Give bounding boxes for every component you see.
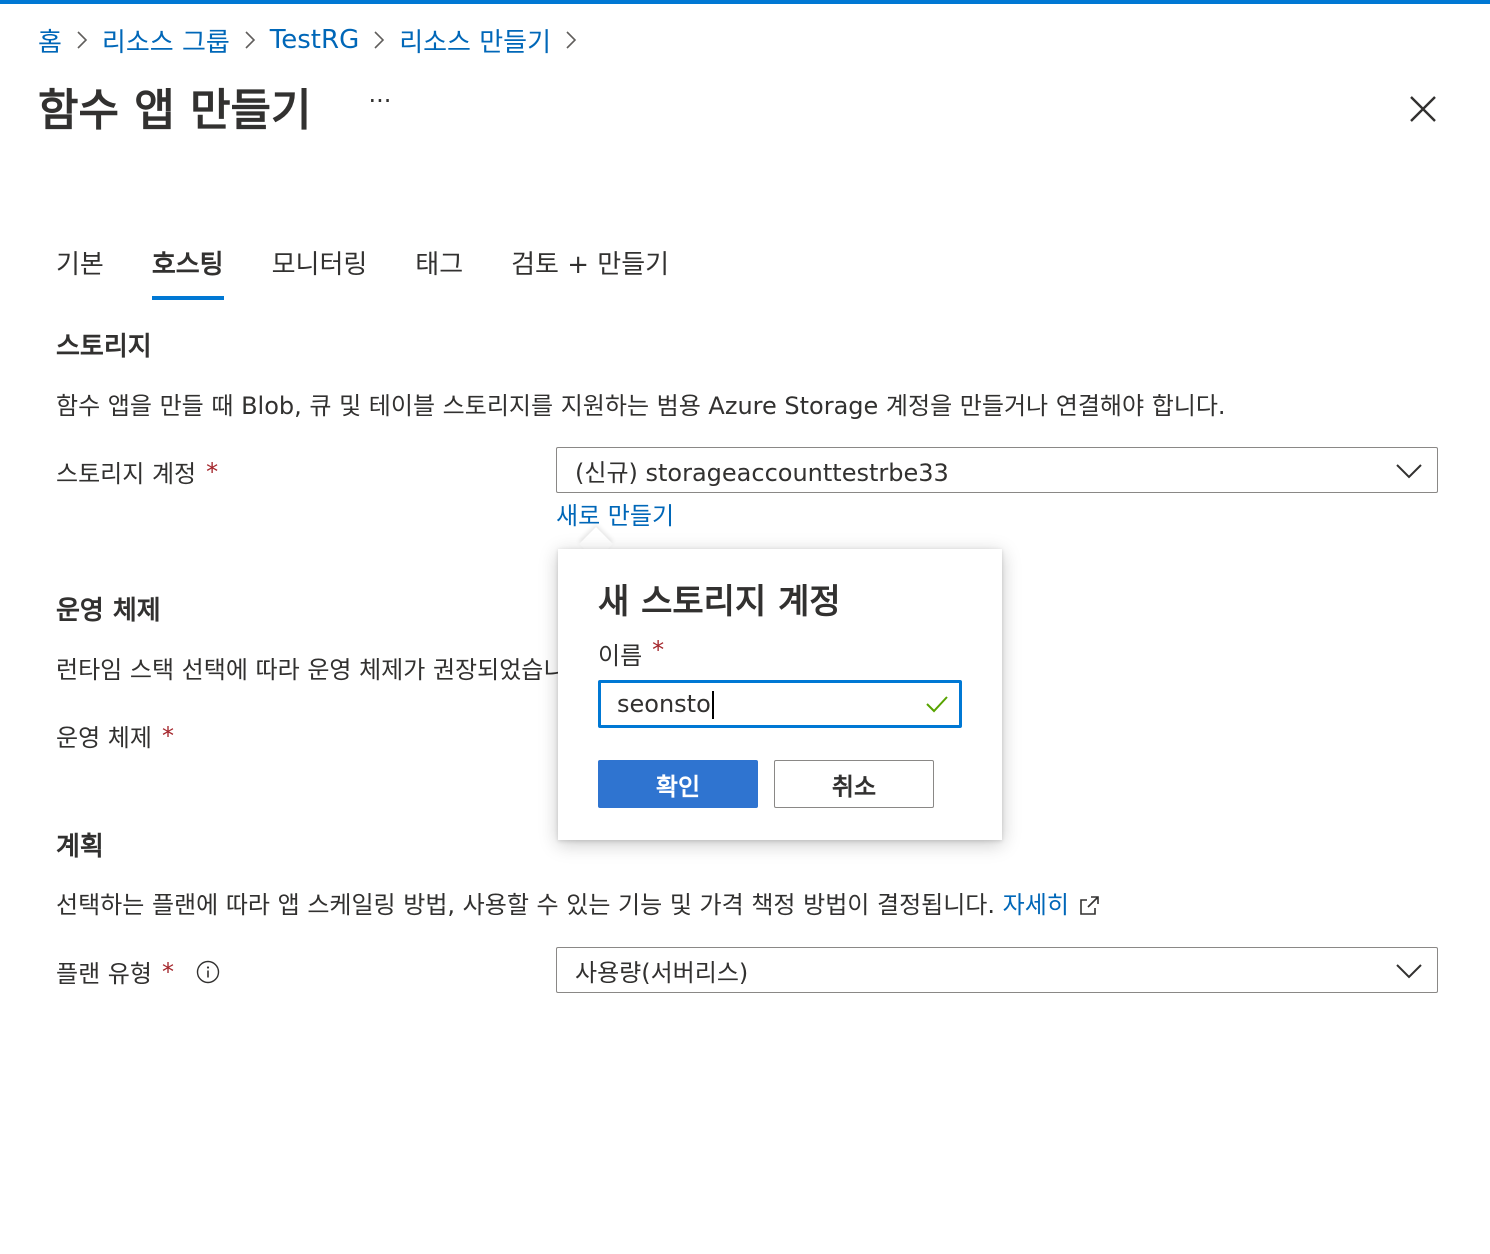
required-indicator: * <box>206 457 219 486</box>
plan-type-label: 플랜 유형 * <box>56 954 220 989</box>
plan-type-label-text: 플랜 유형 <box>56 960 152 988</box>
plan-type-select[interactable]: 사용량(서버리스) <box>556 947 1438 993</box>
tab-hosting[interactable]: 호스팅 <box>151 244 224 300</box>
storage-section-title: 스토리지 <box>56 332 152 362</box>
checkmark-icon <box>926 696 948 713</box>
os-label: 운영 체제 * <box>56 718 174 753</box>
cancel-button[interactable]: 취소 <box>774 760 934 808</box>
learn-more-link[interactable]: 자세히 <box>1003 891 1069 919</box>
storage-account-label-text: 스토리지 계정 <box>56 460 197 488</box>
required-indicator: * <box>652 636 665 664</box>
breadcrumb-create-resource[interactable]: 리소스 만들기 <box>399 22 551 59</box>
storage-description: 함수 앱을 만들 때 Blob, 큐 및 테이블 스토리지를 지원하는 범용 A… <box>56 392 1226 420</box>
storage-account-label: 스토리지 계정 * <box>56 454 218 489</box>
breadcrumb-testrg[interactable]: TestRG <box>270 25 359 55</box>
breadcrumb: 홈 리소스 그룹 TestRG 리소스 만들기 <box>38 22 591 58</box>
ok-button[interactable]: 확인 <box>598 760 758 808</box>
tab-monitoring[interactable]: 모니터링 <box>272 244 368 300</box>
popup-name-label-text: 이름 <box>598 642 643 670</box>
tab-review-create[interactable]: 검토 + 만들기 <box>511 244 669 300</box>
page-title: 함수 앱 만들기 <box>38 85 312 136</box>
os-label-text: 운영 체제 <box>56 724 152 752</box>
chevron-right-icon <box>244 30 256 50</box>
popup-title: 새 스토리지 계정 <box>598 582 841 622</box>
close-icon[interactable] <box>1402 88 1444 130</box>
storage-name-input[interactable] <box>617 683 907 725</box>
breadcrumb-resource-groups[interactable]: 리소스 그룹 <box>102 22 230 59</box>
chevron-right-icon <box>373 30 385 50</box>
tab-bar: 기본 호스팅 모니터링 태그 검토 + 만들기 <box>56 244 717 300</box>
required-indicator: * <box>161 721 174 750</box>
os-section-title: 운영 체제 <box>56 596 161 626</box>
plan-description-row: 선택하는 플랜에 따라 앱 스케일링 방법, 사용할 수 있는 기능 및 가격 … <box>56 885 1101 920</box>
popup-beak-cover <box>574 549 620 567</box>
text-caret <box>712 691 714 719</box>
info-icon[interactable] <box>196 960 220 984</box>
storage-account-value: (신규) storageaccounttestrbe33 <box>575 458 949 487</box>
create-new-storage-link[interactable]: 새로 만들기 <box>556 496 674 531</box>
external-link-icon[interactable] <box>1077 894 1101 918</box>
storage-account-select[interactable]: (신규) storageaccounttestrbe33 <box>556 447 1438 493</box>
chevron-right-icon <box>565 30 577 50</box>
plan-description: 선택하는 플랜에 따라 앱 스케일링 방법, 사용할 수 있는 기능 및 가격 … <box>56 891 996 919</box>
chevron-down-icon <box>1396 464 1422 479</box>
more-options-button[interactable]: ··· <box>362 86 398 116</box>
chevron-right-icon <box>76 30 88 50</box>
tab-tags[interactable]: 태그 <box>415 244 463 300</box>
required-indicator: * <box>161 957 174 986</box>
os-description: 런타임 스택 선택에 따라 운영 체제가 권장되었습니 <box>56 656 566 684</box>
tab-basics[interactable]: 기본 <box>56 244 104 300</box>
storage-name-field[interactable] <box>598 680 962 728</box>
top-accent-bar <box>0 0 1490 4</box>
plan-section-title: 계획 <box>56 832 104 862</box>
plan-type-value: 사용량(서버리스) <box>575 958 749 987</box>
breadcrumb-home[interactable]: 홈 <box>38 22 62 59</box>
chevron-down-icon <box>1396 964 1422 979</box>
popup-name-label: 이름 * <box>598 636 664 671</box>
